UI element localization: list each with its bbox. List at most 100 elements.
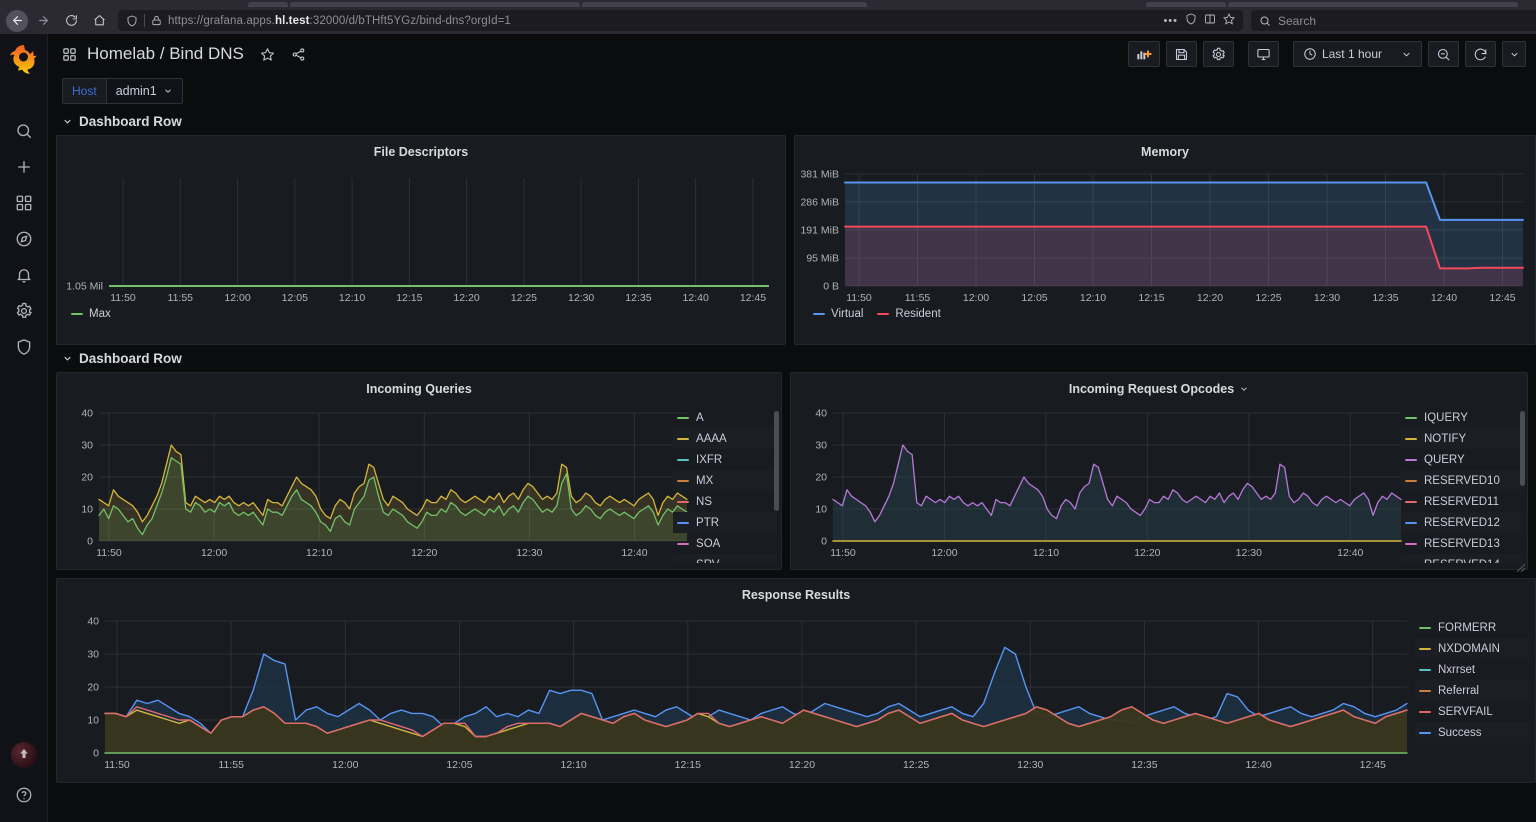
legend-color-swatch (677, 479, 690, 482)
legend-row[interactable]: NOTIFY (1401, 428, 1523, 449)
legend-row[interactable]: QUERY (1401, 449, 1523, 470)
svg-text:11:55: 11:55 (168, 292, 194, 304)
legend-row[interactable]: FORMERR (1415, 617, 1531, 638)
legend-incoming-opcodes[interactable]: IQUERY NOTIFY QUERY RESERVED10 RESERVED11 RES… (1401, 407, 1523, 563)
legend-row[interactable]: Success (1415, 722, 1531, 743)
legend-row[interactable]: IXFR (673, 449, 777, 470)
svg-text:12:15: 12:15 (396, 292, 422, 304)
chart-file-descriptors[interactable]: 11:50 11:55 12:00 12:05 12:10 12:15 12:20 12:25… (57, 160, 785, 312)
legend-row[interactable]: RESERVED14 (1401, 554, 1523, 563)
legend-row[interactable]: RESERVED10 (1401, 470, 1523, 491)
panel-incoming-opcodes[interactable]: Incoming Request Opcodes 0 10 20 30 40 11:50 1… (790, 372, 1528, 573)
chevron-down-icon[interactable] (1239, 384, 1249, 394)
sidebar-item-create[interactable] (9, 152, 39, 182)
refresh-interval-picker[interactable] (1502, 41, 1526, 67)
back-button[interactable] (6, 9, 28, 32)
browser-search-bar[interactable]: Search (1251, 10, 1536, 31)
panel-title-incoming-queries[interactable]: Incoming Queries (57, 373, 781, 397)
legend-row[interactable]: IQUERY (1401, 407, 1523, 428)
svg-text:12:30: 12:30 (1314, 292, 1340, 304)
browser-tab[interactable] (1228, 2, 1518, 7)
legend-row[interactable]: MX (673, 470, 778, 491)
legend-scrollbar[interactable] (774, 411, 780, 511)
browser-tab-active[interactable] (869, 2, 1144, 7)
sidebar-item-configuration[interactable] (9, 296, 39, 326)
page-actions-icon[interactable]: ••• (1163, 15, 1178, 27)
panel-memory[interactable]: Memory 0 B 95 MiB 191 MiB 286 MiB 381 MiB 11:… (794, 135, 1536, 345)
chart-response-results[interactable]: 0 10 20 30 40 11:50 11:55 12:00 12:05 12:10 12:15 1… (57, 603, 1417, 781)
sidebar-item-help[interactable] (9, 780, 39, 810)
panel-file-descriptors[interactable]: File Descriptors 11:50 11:55 12:00 12:05 12:… (56, 135, 786, 345)
legend-row[interactable]: NS (673, 491, 777, 512)
star-icon[interactable] (260, 47, 275, 62)
tracking-protection-icon[interactable] (126, 15, 138, 27)
legend-row[interactable]: SRV (673, 554, 778, 563)
browser-tab[interactable] (582, 2, 867, 7)
page-title[interactable]: Homelab / Bind DNS (87, 44, 244, 64)
browser-tab[interactable] (290, 2, 580, 7)
panel-incoming-queries[interactable]: Incoming Queries 0 10 20 30 40 11:50 12:00 12:1… (56, 372, 783, 570)
shield-badge-icon[interactable] (1185, 13, 1197, 28)
legend-row[interactable]: PTR (673, 512, 778, 533)
legend-label: Nxrrset (1438, 663, 1476, 676)
sidebar-item-dashboards[interactable] (9, 188, 39, 218)
legend-row[interactable]: NXDOMAIN (1415, 638, 1531, 659)
browser-tab-strip[interactable] (0, 0, 1536, 7)
svg-text:10: 10 (815, 504, 827, 516)
variable-picker-host[interactable]: admin1 (105, 78, 183, 104)
legend-row[interactable]: AAAA (673, 428, 778, 449)
browser-tab[interactable] (1146, 2, 1226, 7)
panel-title-file-descriptors[interactable]: File Descriptors (57, 136, 785, 160)
save-dashboard-button[interactable] (1165, 41, 1197, 67)
sidebar-item-alerting[interactable] (9, 260, 39, 290)
legend-color-swatch (1405, 416, 1417, 419)
legend-row[interactable]: Nxrrset (1415, 659, 1531, 680)
variable-label-host: Host (62, 78, 106, 104)
url-bar[interactable]: https://grafana.apps.hl.test:32000/d/bTH… (118, 10, 1243, 31)
legend-row[interactable]: RESERVED13 (1401, 533, 1523, 554)
row-header-1[interactable]: Dashboard Row (48, 108, 1536, 135)
legend-row[interactable]: SERVFAIL (1415, 701, 1531, 722)
share-icon[interactable] (291, 47, 306, 62)
chart-incoming-opcodes[interactable]: 0 10 20 30 40 11:50 12:00 12:10 12:20 12:30 12:40 (791, 397, 1411, 567)
zoom-out-time-button[interactable] (1428, 41, 1459, 67)
forward-button[interactable] (30, 10, 56, 32)
lock-icon[interactable] (151, 15, 162, 26)
tv-mode-button[interactable] (1247, 41, 1279, 67)
panel-title-memory[interactable]: Memory (795, 136, 1535, 160)
time-range-picker[interactable]: Last 1 hour (1292, 41, 1422, 67)
browser-search-placeholder: Search (1278, 13, 1317, 28)
refresh-button[interactable] (1465, 41, 1496, 67)
reload-button[interactable] (58, 10, 84, 32)
legend-response-results[interactable]: FORMERR NXDOMAIN Nxrrset Referral SERVFAIL Su… (1415, 617, 1531, 776)
panel-title-response-results[interactable]: Response Results (57, 579, 1535, 603)
grafana-logo-icon[interactable] (8, 42, 40, 74)
sidebar-item-search[interactable] (9, 116, 39, 146)
panel-resize-handle[interactable] (1516, 559, 1526, 573)
legend-incoming-queries[interactable]: AAAAAIXFRMXNSPTRSOASRV (673, 407, 778, 563)
panel-response-results[interactable]: Response Results 0 10 20 30 40 11:50 11:55 12:0… (56, 578, 1536, 783)
legend-color-swatch (1419, 626, 1431, 629)
sidebar-item-server-admin[interactable] (9, 332, 39, 362)
avatar[interactable] (10, 742, 37, 768)
legend-row[interactable]: A (673, 407, 777, 428)
legend-row[interactable]: RESERVED11 (1401, 491, 1523, 512)
add-panel-button[interactable] (1127, 41, 1160, 67)
home-button[interactable] (86, 10, 112, 32)
chart-incoming-queries[interactable]: 0 10 20 30 40 11:50 12:00 12:10 12:20 12:30 12:40 (57, 397, 697, 567)
browser-tab[interactable] (248, 2, 288, 7)
row-header-2[interactable]: Dashboard Row (48, 345, 1536, 372)
legend-color-swatch (813, 313, 825, 315)
dashboard-settings-button[interactable] (1202, 41, 1234, 67)
chart-memory[interactable]: 0 B 95 MiB 191 MiB 286 MiB 381 MiB 11:50 11:55… (795, 160, 1535, 312)
svg-text:12:40: 12:40 (1431, 292, 1457, 304)
reader-mode-icon[interactable] (1204, 13, 1216, 28)
legend-color-swatch (677, 437, 690, 440)
legend-scrollbar[interactable] (1520, 411, 1525, 486)
bookmark-star-icon[interactable] (1222, 12, 1236, 28)
legend-row[interactable]: RESERVED12 (1401, 512, 1523, 533)
legend-row[interactable]: Referral (1415, 680, 1531, 701)
panel-title-incoming-opcodes[interactable]: Incoming Request Opcodes (791, 373, 1527, 397)
sidebar-item-explore[interactable] (9, 224, 39, 254)
legend-row[interactable]: SOA (673, 533, 777, 554)
